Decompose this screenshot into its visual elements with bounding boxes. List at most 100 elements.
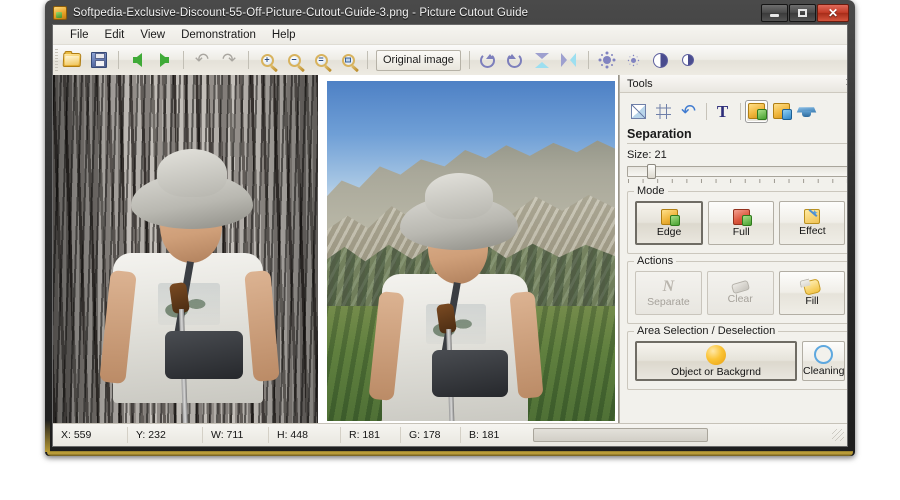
shoulder-bag xyxy=(432,350,508,397)
grid-icon xyxy=(656,103,671,119)
maximize-button[interactable] xyxy=(789,4,816,22)
title-bar[interactable]: Softpedia-Exclusive-Discount-55-Off-Pict… xyxy=(51,2,849,24)
menu-item-file[interactable]: File xyxy=(63,27,96,43)
mode-button-effect[interactable]: Effect xyxy=(779,201,846,245)
window-title: Softpedia-Exclusive-Discount-55-Off-Pict… xyxy=(73,7,529,19)
back-button[interactable] xyxy=(124,48,150,72)
brightness-button[interactable] xyxy=(594,48,620,72)
zoom-actual-icon xyxy=(341,53,355,67)
flip-horizontal-button[interactable] xyxy=(556,48,582,72)
zoom-fit-button[interactable]: = xyxy=(308,48,334,72)
mode-button-edge[interactable]: Edge xyxy=(635,201,704,245)
separation-tool-icon xyxy=(748,103,767,120)
rotate-ccw-icon xyxy=(507,52,523,68)
contrast-button[interactable] xyxy=(648,48,674,72)
original-image-pane[interactable] xyxy=(53,75,318,424)
undo-button[interactable]: ↶ xyxy=(189,48,215,72)
result-image-pane[interactable] xyxy=(321,75,618,424)
cleaning-label: Cleaning xyxy=(803,365,845,378)
forward-arrow-icon xyxy=(159,53,169,67)
window-controls: ✕ xyxy=(760,4,849,22)
fill-button-label: Fill xyxy=(805,294,819,307)
gamma-button[interactable] xyxy=(675,48,701,72)
status-r: R: 181 xyxy=(341,427,401,443)
actions-group-label: Actions xyxy=(634,255,677,267)
toolbar-separator xyxy=(183,51,184,69)
fill-button[interactable]: Fill xyxy=(778,271,846,315)
forward-button[interactable] xyxy=(151,48,177,72)
zoom-out-button[interactable]: − xyxy=(281,48,307,72)
separate-button-label: Separate xyxy=(647,295,690,308)
mode-group: Mode Edge Full ✦ Effect xyxy=(627,185,847,254)
fill-icon xyxy=(802,278,822,296)
full-icon xyxy=(732,208,752,226)
save-button[interactable] xyxy=(86,48,112,72)
save-icon xyxy=(91,52,107,68)
separate-button[interactable]: N Separate xyxy=(635,271,702,315)
status-bar: X: 559 Y: 232 W: 711 H: 448 R: 181 G: 17… xyxy=(53,423,847,446)
flip-vertical-button[interactable] xyxy=(529,48,555,72)
actions-button-row: N Separate Clear Fill xyxy=(635,271,846,315)
crop-icon xyxy=(631,103,646,119)
back-arrow-icon xyxy=(132,53,142,67)
menu-item-help[interactable]: Help xyxy=(265,27,303,43)
client-area: File Edit View Demonstration Help ↶ ↷ + … xyxy=(52,24,848,447)
grid-tool-button[interactable] xyxy=(652,100,675,123)
redo-button[interactable]: ↷ xyxy=(216,48,242,72)
rotate-cw-button[interactable] xyxy=(475,48,501,72)
zoom-actual-button[interactable] xyxy=(335,48,361,72)
restore-tool-icon xyxy=(773,103,792,120)
tools-panel-body: ↶ T Separation Size: 21 Mode Edge Full ✦… xyxy=(620,93,847,424)
separation-tool-button[interactable] xyxy=(745,99,768,123)
zoom-in-icon: + xyxy=(260,53,274,67)
menu-item-edit[interactable]: Edit xyxy=(98,27,132,43)
open-button[interactable] xyxy=(59,48,85,72)
actions-group: Actions N Separate Clear Fill xyxy=(627,255,847,324)
zoom-in-button[interactable]: + xyxy=(254,48,280,72)
object-or-background-button[interactable]: Object or Backgrnd xyxy=(635,341,797,381)
toolbar-separator xyxy=(367,51,368,69)
object-circle-icon xyxy=(706,344,726,365)
slider-track[interactable] xyxy=(627,166,847,177)
hat-crown xyxy=(425,173,493,219)
toolbar: ↶ ↷ + − = Original image xyxy=(53,45,847,76)
restore-tool-button[interactable] xyxy=(770,100,793,123)
size-label: Size: 21 xyxy=(627,149,667,161)
menu-item-view[interactable]: View xyxy=(133,27,172,43)
status-b: B: 181 xyxy=(469,429,500,441)
resize-grip[interactable] xyxy=(832,429,844,441)
mode-button-effect-label: Effect xyxy=(799,225,826,238)
status-g: G: 178 xyxy=(401,427,461,443)
brightness-icon xyxy=(602,56,611,64)
status-progress-bar xyxy=(533,428,708,442)
original-image-button[interactable]: Original image xyxy=(376,49,461,71)
effects-tool-button[interactable] xyxy=(795,100,818,123)
mode-button-full[interactable]: Full xyxy=(708,201,775,245)
minimize-icon xyxy=(770,14,779,17)
tool-separator xyxy=(706,102,707,120)
close-icon: ✕ xyxy=(827,6,839,20)
rotate-ccw-button[interactable] xyxy=(502,48,528,72)
undo-tool-button[interactable]: ↶ xyxy=(677,100,700,123)
settings-button[interactable] xyxy=(621,48,647,72)
open-icon xyxy=(62,53,82,67)
section-title: Separation xyxy=(627,127,847,144)
toolbar-separator xyxy=(468,51,470,69)
cleaning-circle-icon xyxy=(814,345,834,365)
clear-button[interactable]: Clear xyxy=(706,271,774,315)
gamma-icon xyxy=(681,54,694,66)
minimize-button[interactable] xyxy=(761,4,788,22)
size-slider[interactable] xyxy=(627,164,847,187)
tools-panel-title: Tools xyxy=(627,77,653,90)
text-tool-button[interactable]: T xyxy=(711,100,734,123)
crop-tool-button[interactable] xyxy=(627,100,650,123)
menu-item-demonstration[interactable]: Demonstration xyxy=(174,27,263,43)
app-icon xyxy=(53,6,67,20)
slider-thumb[interactable] xyxy=(647,164,657,179)
close-icon[interactable]: ✕ xyxy=(843,78,847,89)
close-button[interactable]: ✕ xyxy=(817,4,849,22)
shoulder-bag xyxy=(165,331,243,379)
effect-icon xyxy=(804,209,821,225)
cleaning-button[interactable]: Cleaning xyxy=(802,341,846,381)
mountain-scene xyxy=(324,78,618,424)
